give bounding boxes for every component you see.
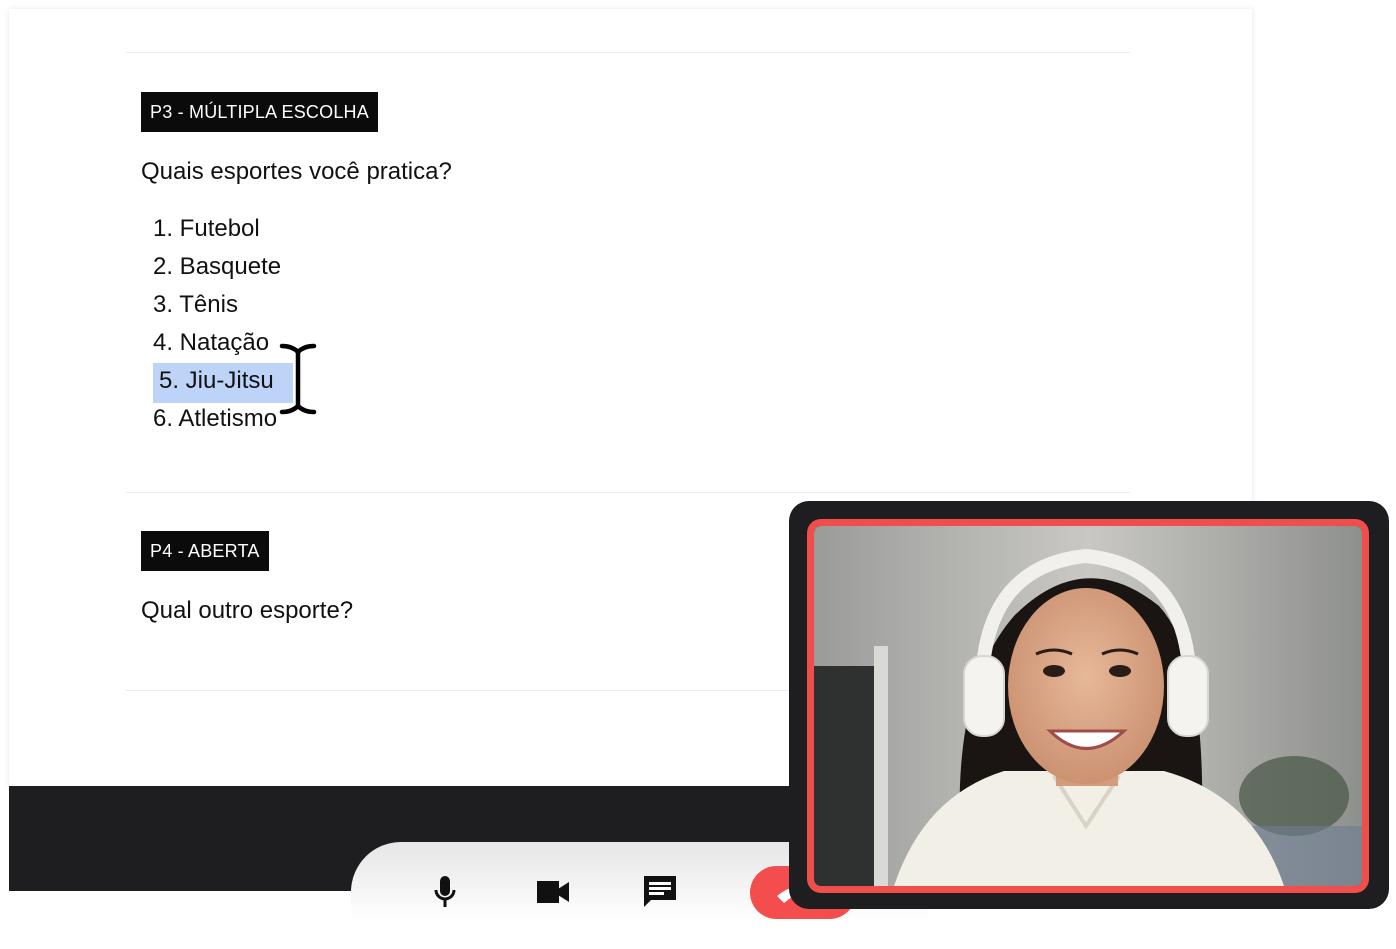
chat-icon [644,876,676,907]
question-text-p4: Qual outro esporte? [141,597,354,624]
question-text-p3: Quais esportes você pratica? [141,158,452,185]
video-call-window[interactable] [789,501,1389,909]
answer-option-selected[interactable]: 5. Jiu-Jitsu [153,362,293,403]
text-cursor-icon [277,341,319,417]
camera-button[interactable] [533,872,573,912]
chat-button[interactable] [640,872,680,912]
microphone-icon [434,876,456,907]
question-tag-p3: P3 - MÚLTIPLA ESCOLHA [141,92,378,132]
survey-call-screen: P3 - MÚLTIPLA ESCOLHA Quais esportes voc… [0,0,1396,949]
answer-option[interactable]: 4. Natação [153,324,281,362]
answer-options-list: 1. Futebol 2. Basquete 3. Tênis 4. Nataç… [153,210,293,438]
mute-button[interactable] [425,872,465,912]
divider [126,52,1130,53]
answer-option[interactable]: 2. Basquete [153,248,281,286]
answer-option[interactable]: 1. Futebol [153,210,281,248]
question-tag-p4: P4 - ABERTA [141,531,269,571]
participant-video-image [814,526,1362,886]
video-camera-icon [537,881,569,903]
answer-option[interactable]: 3. Tênis [153,286,281,324]
answer-option[interactable]: 6. Atletismo [153,400,281,438]
divider [126,492,1130,493]
participant-video [807,519,1369,893]
